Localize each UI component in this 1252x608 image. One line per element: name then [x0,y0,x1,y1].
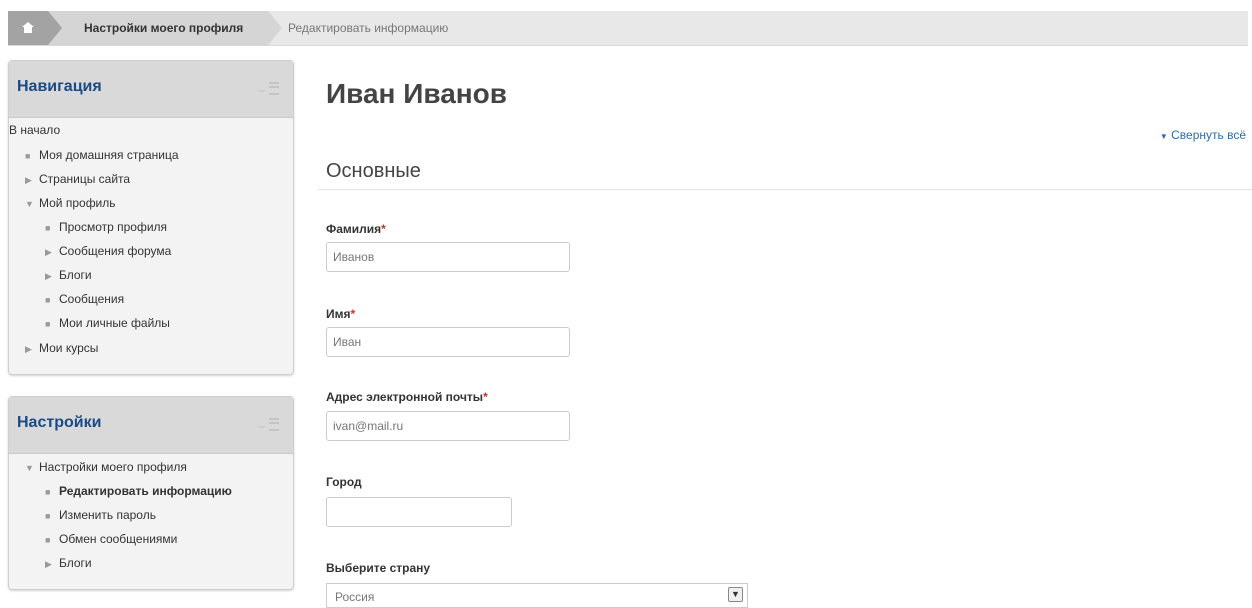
block-controls[interactable]: – [258,81,279,97]
bullet-icon: ■ [45,511,51,521]
bullet-icon: ■ [45,223,51,233]
bullet-icon: ■ [25,151,31,161]
lastname-field[interactable] [326,242,570,272]
firstname-field[interactable] [326,327,570,357]
lastname-label: Фамилия* [326,222,386,236]
triangle-right-icon: ▶ [45,559,52,569]
section-divider [318,189,1252,190]
triangle-down-icon: ▼ [25,463,34,473]
menu-icon [269,418,279,431]
triangle-right-icon: ▶ [25,175,32,185]
settings-item-profile-settings[interactable]: ▼ Настройки моего профиля [25,460,187,474]
section-title[interactable]: Основные [326,160,421,183]
breadcrumb-label: Настройки моего профиля [84,21,244,35]
triangle-right-icon: ▶ [25,344,32,354]
settings-item-change-password[interactable]: ■ Изменить пароль [45,508,156,522]
firstname-label: Имя* [326,307,356,321]
breadcrumb-home[interactable] [8,11,62,45]
page-title: Иван Иванов [326,78,508,109]
bullet-icon: ■ [45,295,51,305]
settings-item-blogs[interactable]: ▶ Блоги [45,556,92,570]
triangle-down-icon: ▼ [1159,132,1168,141]
nav-item-blogs[interactable]: ▶ Блоги [45,268,92,282]
nav-item-site-pages[interactable]: ▶ Страницы сайта [25,172,130,186]
home-icon [22,22,34,33]
navigation-block: Навигация – В начало ■ Моя домашняя стран… [8,60,294,375]
breadcrumb-item-edit-info: Редактировать информацию [288,21,449,35]
nav-item-home[interactable]: В начало [9,123,60,137]
breadcrumb: Настройки моего профиля Редактировать ин… [8,11,1248,46]
nav-item-private-files[interactable]: ■ Мои личные файлы [45,316,170,330]
triangle-down-icon: ▼ [25,199,34,209]
country-select-value: Россия [335,590,375,604]
city-field[interactable] [326,497,512,527]
menu-icon [269,82,279,95]
chevron-down-icon[interactable]: ▼ [728,587,743,602]
country-select[interactable]: Россия ▼ [326,583,748,608]
nav-item-messages[interactable]: ■ Сообщения [45,292,124,306]
settings-block-title: Настройки [17,414,102,431]
nav-item-dashboard[interactable]: ■ Моя домашняя страница [25,148,179,162]
triangle-right-icon: ▶ [45,247,52,257]
city-label: Город [326,475,362,489]
bullet-icon: ■ [45,319,51,329]
collapse-all-link[interactable]: ▼ Свернуть всё [1160,128,1246,142]
block-controls[interactable]: – [258,417,279,433]
email-field[interactable] [326,411,570,441]
settings-item-messaging[interactable]: ■ Обмен сообщениями [45,532,177,546]
email-label: Адрес электронной почты* [326,390,488,404]
country-label: Выберите страну [326,561,431,575]
navigation-block-header: Навигация – [9,61,293,118]
triangle-right-icon: ▶ [45,271,52,281]
bullet-icon: ■ [45,535,51,545]
settings-item-edit-info[interactable]: ■ Редактировать информацию [45,484,232,498]
settings-block: Настройки – ▼ Настройки моего профиля ■ Ре… [8,396,294,590]
breadcrumb-item-profile-settings[interactable]: Настройки моего профиля [48,11,282,45]
nav-item-my-courses[interactable]: ▶ Мои курсы [25,341,98,355]
nav-item-view-profile[interactable]: ■ Просмотр профиля [45,220,167,234]
bullet-icon: ■ [45,487,51,497]
navigation-block-title: Навигация [17,78,102,95]
nav-item-my-profile[interactable]: ▼ Мой профиль [25,196,116,210]
settings-block-header: Настройки – [9,397,293,454]
nav-item-forum-posts[interactable]: ▶ Сообщения форума [45,244,171,258]
